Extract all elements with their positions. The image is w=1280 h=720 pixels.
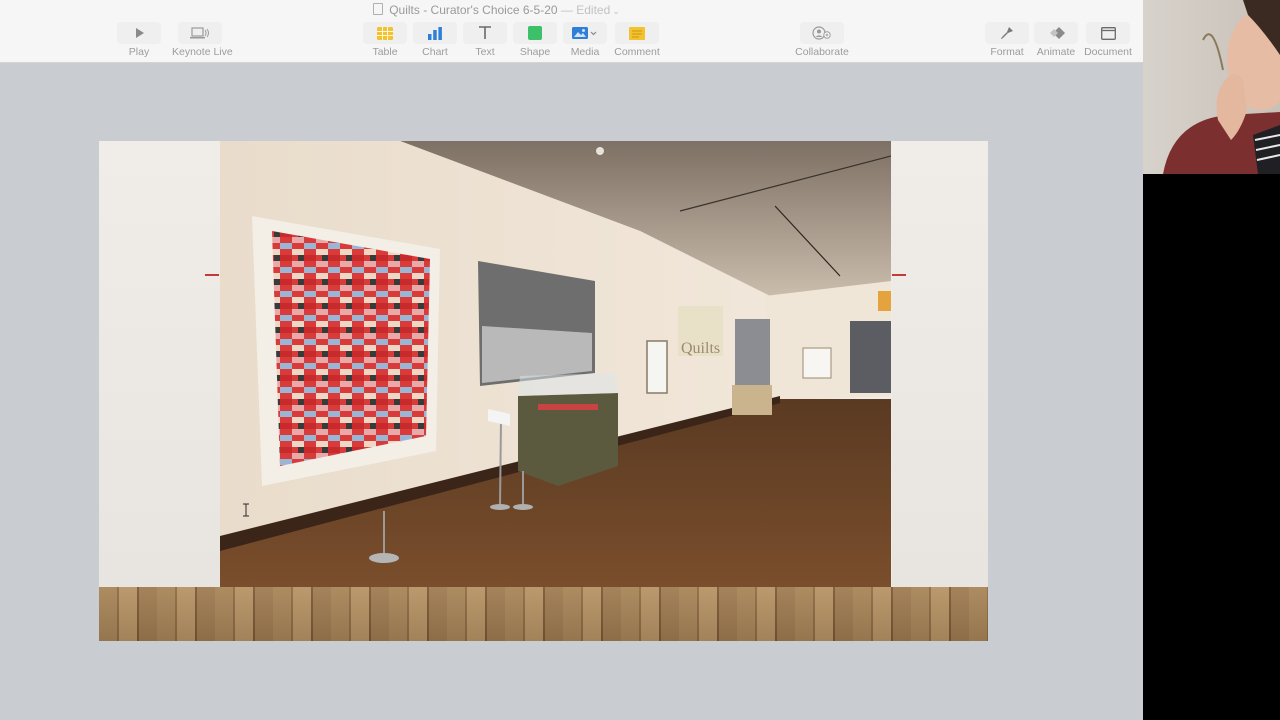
paintbrush-icon — [985, 22, 1029, 44]
shape-icon — [513, 22, 557, 44]
collaborate-icon — [800, 22, 844, 44]
slide-left-panel — [99, 141, 220, 587]
table-label: Table — [372, 46, 398, 58]
media-button[interactable]: Media — [557, 22, 613, 58]
collaborate-label: Collaborate — [795, 46, 849, 58]
slide-right-panel — [892, 141, 988, 587]
document-button[interactable]: Document — [1080, 22, 1136, 58]
chart-button[interactable]: Chart — [407, 22, 463, 58]
format-button[interactable]: Format — [979, 22, 1035, 58]
animate-label: Animate — [1036, 46, 1076, 58]
play-label: Play — [128, 46, 150, 58]
gallery-photo[interactable]: Quilts — [220, 141, 891, 587]
keynote-window: Quilts - Curator's Choice 6-5-20 — Edite… — [0, 0, 1143, 720]
webcam-overlay — [1143, 0, 1280, 174]
keynote-live-icon — [178, 22, 222, 44]
edited-status: — Edited — [560, 3, 611, 17]
animate-icon — [1034, 22, 1078, 44]
slide[interactable]: Quilts — [99, 141, 988, 641]
media-icon — [563, 22, 607, 44]
gallery-photo-image: Quilts — [220, 141, 891, 587]
chart-label: Chart — [422, 46, 448, 58]
document-name: Quilts - Curator's Choice 6-5-20 — [389, 3, 558, 17]
format-label: Format — [990, 46, 1024, 58]
collaborate-button[interactable]: Collaborate — [794, 22, 850, 58]
chart-icon — [413, 22, 457, 44]
table-button[interactable]: Table — [357, 22, 413, 58]
keynote-live-button[interactable]: Keynote Live — [172, 22, 233, 58]
wood-floor-strip — [99, 587, 988, 641]
text-cursor-icon — [243, 503, 249, 517]
keynote-live-label: Keynote Live — [172, 46, 233, 58]
chevron-down-icon[interactable]: ⌄ — [612, 6, 620, 17]
text-label: Text — [475, 46, 495, 58]
text-button[interactable]: Text — [457, 22, 513, 58]
comment-label: Comment — [614, 46, 660, 58]
toolbar: Quilts - Curator's Choice 6-5-20 — Edite… — [0, 0, 1143, 63]
comment-button[interactable]: Comment — [609, 22, 665, 58]
play-button[interactable]: Play — [111, 22, 167, 58]
window-title[interactable]: Quilts - Curator's Choice 6-5-20 — Edite… — [0, 3, 993, 17]
document-icon — [373, 3, 384, 15]
svg-text:Quilts: Quilts — [681, 340, 720, 357]
red-accent-line-right — [892, 274, 906, 276]
presenter-video-image — [1163, 0, 1280, 174]
red-accent-line-left — [205, 274, 219, 276]
text-icon — [463, 22, 507, 44]
play-icon — [117, 22, 161, 44]
comment-icon — [615, 22, 659, 44]
table-icon — [363, 22, 407, 44]
animate-button[interactable]: Animate — [1028, 22, 1084, 58]
quilt — [252, 216, 440, 486]
shape-button[interactable]: Shape — [507, 22, 563, 58]
media-label: Media — [570, 46, 600, 58]
document-label: Document — [1084, 46, 1132, 58]
shape-label: Shape — [519, 46, 551, 58]
document-panel-icon — [1086, 22, 1130, 44]
